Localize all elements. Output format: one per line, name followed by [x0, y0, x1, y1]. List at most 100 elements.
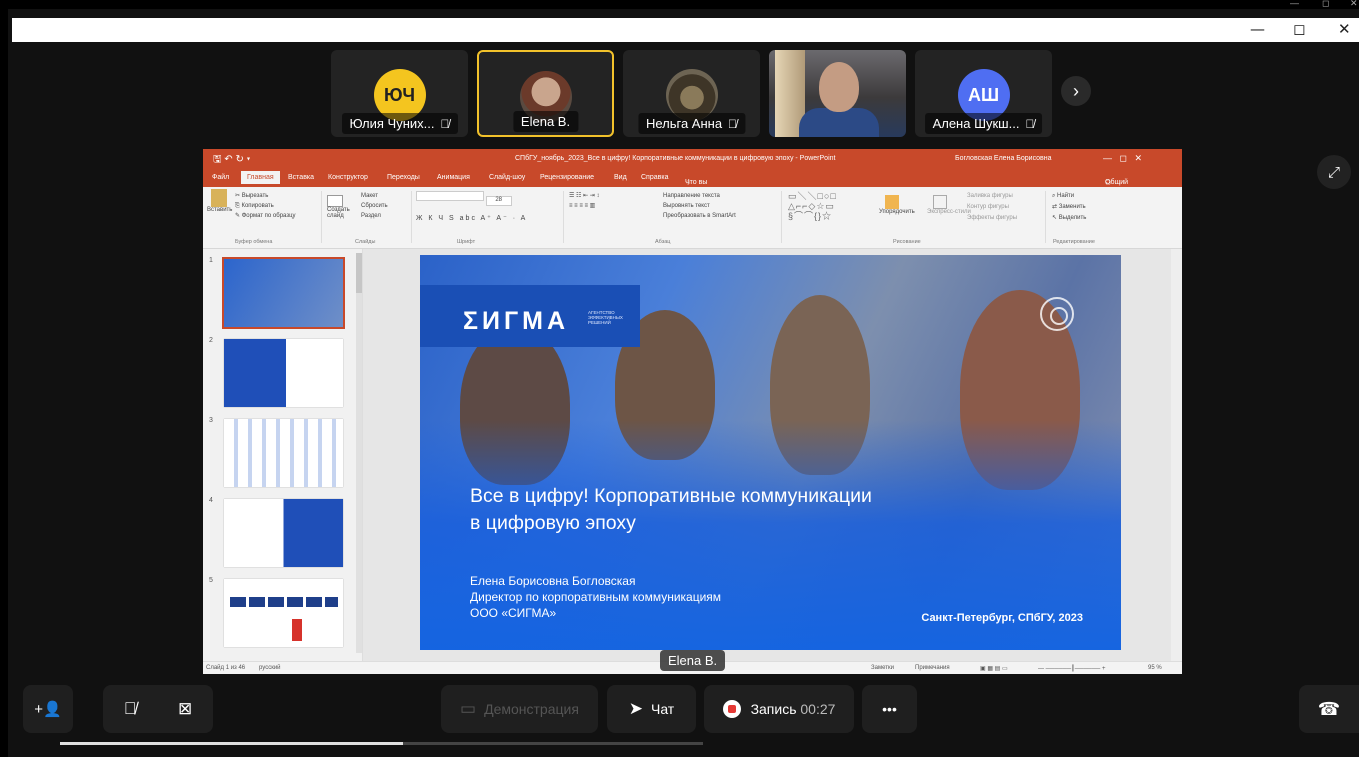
clipboard-commands: ✂ Вырезать ⎘ Копировать ✎ Формат по обра…	[235, 191, 296, 221]
tab-file[interactable]: Файл	[212, 174, 229, 181]
cursor-icon: ↖	[1052, 215, 1059, 221]
section-button[interactable]: Раздел	[361, 211, 388, 221]
shape-format-commands: Заливка фигуры Контур фигуры Эффекты фиг…	[967, 191, 1017, 224]
chat-button[interactable]: ➤ Чат	[607, 685, 696, 733]
arrange-label: Упорядочить	[879, 209, 915, 215]
paste-button[interactable]: Вставить	[207, 189, 232, 213]
view-buttons[interactable]: ▣ ▦ ▤ ▭	[980, 665, 1008, 672]
fullscreen-button[interactable]: ⤢	[1317, 155, 1351, 189]
presenter-label: Elena B.	[660, 650, 726, 671]
slide-title: Все в цифру! Корпоративные коммуникации …	[470, 483, 1030, 537]
language-indicator[interactable]: русский	[259, 665, 281, 671]
font-size-select[interactable]: 28	[485, 196, 512, 206]
strip-close-icon[interactable]: ✕	[1350, 0, 1358, 9]
invite-button[interactable]: +👤	[23, 685, 73, 733]
slide-thumbnail[interactable]	[224, 579, 343, 647]
notes-button[interactable]: Заметки	[871, 665, 894, 671]
hangup-button[interactable]: ☎	[1299, 685, 1359, 733]
scroll-thumb[interactable]	[356, 253, 362, 293]
font-family-select[interactable]	[416, 191, 484, 201]
author-position: Директор по корпоративным коммуникациям	[470, 590, 722, 604]
expand-icon: ⤢	[1327, 163, 1340, 181]
ppt-workspace: 1 2 3 4 5 ƩИГМА АГЕНТСТВО ЭФФЕКТИВНЫХ РЕ…	[203, 249, 1182, 661]
tab-transitions[interactable]: Переходы	[387, 174, 420, 181]
thumb-number: 3	[209, 417, 213, 424]
window-titlebar	[12, 18, 1359, 42]
tab-help[interactable]: Справка	[641, 174, 668, 181]
slide-thumbnail[interactable]	[224, 499, 343, 567]
participant-name-label: Elena B.	[512, 111, 579, 132]
shape-fill-button[interactable]: Заливка фигуры	[967, 191, 1017, 202]
strip-minimize-icon[interactable]: —	[1290, 0, 1299, 8]
thumb-number: 1	[209, 257, 213, 264]
participant-name: Нельга Анна	[645, 116, 723, 131]
participant-name-label: Нельга Анна 🎙̸	[637, 113, 746, 134]
camera-off-icon[interactable]: ⊠	[178, 699, 192, 719]
participant-name: Elena B.	[520, 114, 571, 129]
align-text-button[interactable]: Выровнять текст	[663, 201, 736, 211]
layout-button[interactable]: Макет	[361, 191, 388, 201]
tab-design[interactable]: Конструктор	[328, 174, 368, 181]
select-button[interactable]: ↖ Выделить	[1052, 213, 1086, 224]
tab-view[interactable]: Вид	[614, 174, 627, 181]
slide-thumbnail[interactable]	[224, 339, 343, 407]
screen-share-button[interactable]: ▭ Демонстрация	[441, 685, 598, 733]
thumbnails-scrollbar[interactable]	[356, 253, 362, 653]
reset-button[interactable]: Сбросить	[361, 201, 388, 211]
comments-button[interactable]: Примечания	[915, 665, 950, 671]
tab-home[interactable]: Главная	[241, 171, 280, 184]
tab-review[interactable]: Рецензирование	[540, 174, 594, 181]
slide-scrollbar[interactable]	[1171, 249, 1182, 661]
copy-label: Копировать	[241, 203, 274, 209]
shapes-gallery[interactable]: ▭＼＼□○□ △⌐⌐◇☆▭ §⌒⌒{}☆	[788, 191, 837, 221]
zoom-slider[interactable]: — ──────┃────── +	[1038, 665, 1105, 672]
participant-tile-active[interactable]: Elena B.	[477, 50, 614, 137]
list-buttons[interactable]: ☰ ☷ ⇤ ⇥ ↕	[569, 191, 599, 201]
participant-tile[interactable]: ЮЧ Юлия Чуних... 🎙̸	[331, 50, 468, 137]
shape-outline-button[interactable]: Контур фигуры	[967, 202, 1017, 213]
video-person-face	[819, 62, 859, 112]
participant-video-tile[interactable]	[769, 50, 906, 137]
slide-thumbnails-pane: 1 2 3 4 5	[203, 249, 363, 661]
arrange-button[interactable]: Упорядочить	[879, 195, 915, 215]
replace-button[interactable]: ⇄ Заменить	[1052, 202, 1086, 213]
close-button[interactable]: ✕	[1338, 20, 1351, 38]
participant-tile[interactable]: АШ Алена Шукш... 🎙̸	[915, 50, 1052, 137]
font-style-buttons[interactable]: Ж К Ч S abc A⁺ A⁻ · A	[416, 214, 527, 222]
tab-animation[interactable]: Анимация	[437, 174, 470, 181]
ppt-user: Богловская Елена Борисовна	[955, 155, 1052, 162]
ribbon-separator	[321, 191, 322, 243]
text-direction-button[interactable]: Направление текста	[663, 191, 736, 201]
mic-off-icon[interactable]: 🎙̸	[124, 699, 137, 719]
slide-thumbnail-selected[interactable]	[222, 257, 345, 329]
format-painter-button[interactable]: ✎ Формат по образцу	[235, 211, 296, 221]
tab-slideshow[interactable]: Слайд-шоу	[489, 174, 525, 181]
participant-tile[interactable]: Нельга Анна 🎙̸	[623, 50, 760, 137]
strip-restore-icon[interactable]: ◻	[1322, 0, 1329, 9]
copy-button[interactable]: ⎘ Копировать	[235, 201, 296, 211]
restore-button[interactable]: ◻	[1293, 20, 1305, 38]
align-buttons[interactable]: ≡ ≡ ≡ ≡ ▥	[569, 201, 599, 211]
participant-name-label: Алена Шукш... 🎙̸	[924, 113, 1043, 134]
slide-thumbnail[interactable]	[224, 419, 343, 487]
tab-insert[interactable]: Вставка	[288, 174, 314, 181]
find-button[interactable]: ⌕ Найти	[1052, 191, 1086, 202]
quick-styles-button[interactable]: Экспресс-стили	[927, 195, 971, 215]
zoom-level[interactable]: 95 %	[1148, 665, 1162, 671]
cut-button[interactable]: ✂ Вырезать	[235, 191, 296, 201]
record-label: Запись	[750, 701, 797, 717]
shape-effects-button[interactable]: Эффекты фигуры	[967, 213, 1017, 224]
conference-app: — ◻ ✕ — ◻ ✕ ЮЧ Юлия Чуних... 🎙̸ Elena B. …	[0, 0, 1359, 757]
author-name: Елена Борисовна Богловская	[470, 574, 636, 588]
record-button[interactable]: Запись 00:27	[704, 685, 854, 733]
brush-icon: ✎	[235, 213, 242, 219]
new-slide-button[interactable]: Создать слайд	[327, 195, 355, 219]
replace-label: Заменить	[1058, 204, 1086, 210]
smartart-button[interactable]: Преобразовать в SmartArt	[663, 211, 736, 221]
minimize-button[interactable]: —	[1250, 20, 1265, 38]
next-participants-button[interactable]: ›	[1061, 76, 1091, 106]
more-button[interactable]: •••	[862, 685, 917, 733]
ppt-window-controls[interactable]: — ◻ ✕	[1103, 153, 1142, 164]
thumb-number: 2	[209, 337, 213, 344]
editing-commands: ⌕ Найти ⇄ Заменить ↖ Выделить	[1052, 191, 1086, 224]
